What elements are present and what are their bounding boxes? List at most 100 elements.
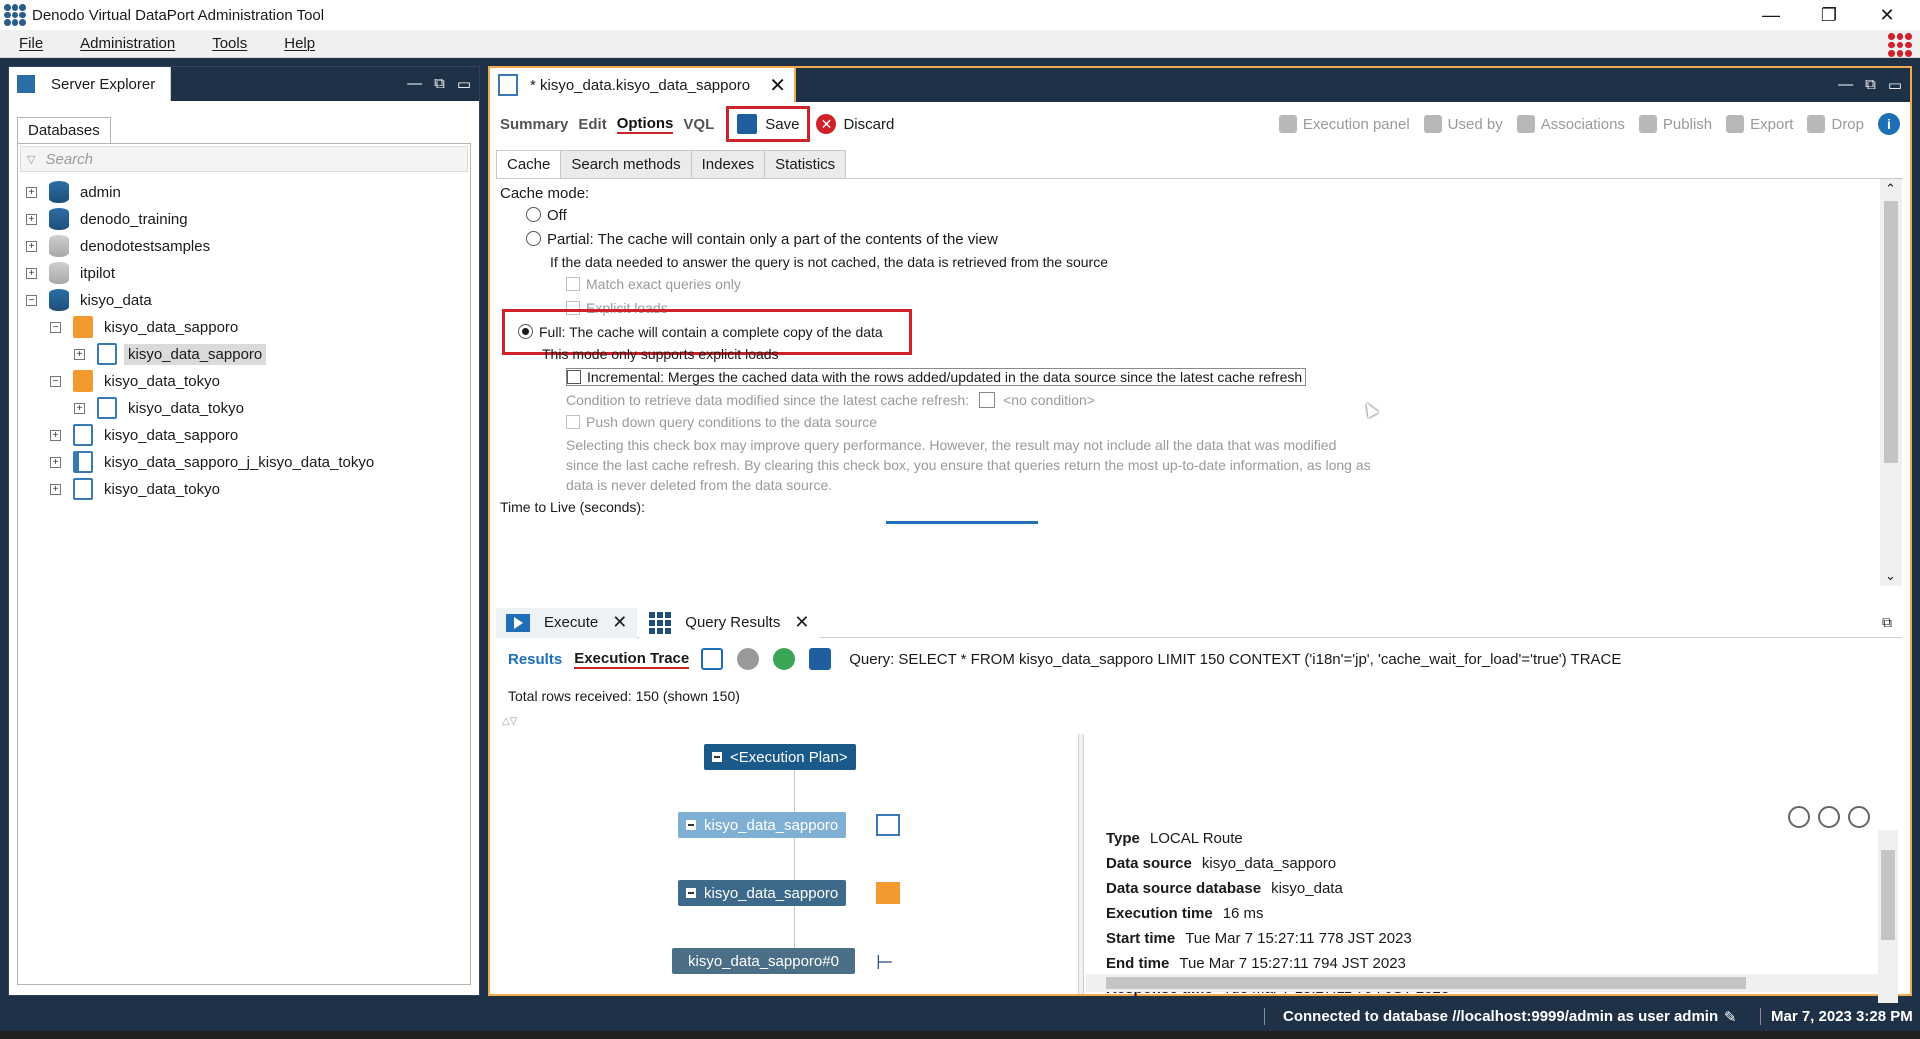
collapse-node-icon[interactable] [686, 888, 696, 898]
query-results-tab[interactable]: Query Results ✕ [639, 607, 820, 638]
zoom-reset-icon[interactable] [1818, 806, 1840, 828]
options-tab[interactable]: Options [616, 115, 674, 134]
details-vscroll-thumb[interactable] [1881, 850, 1895, 940]
tree-item[interactable]: − kisyo_data [26, 288, 152, 312]
cache-full-option[interactable]: Full: The cache will contain a complete … [518, 324, 883, 340]
execute-tab[interactable]: Execute ✕ [496, 607, 638, 638]
close-tab-icon[interactable]: ✕ [769, 73, 786, 98]
execution-trace-tab[interactable]: Execution Trace [574, 650, 690, 669]
minimize-editor-icon[interactable]: — [1838, 76, 1853, 94]
detach-editor-icon[interactable]: ⧉ [1865, 76, 1876, 94]
associations-button[interactable]: Associations [1516, 115, 1625, 133]
collapse-icon[interactable]: − [26, 294, 37, 306]
save-button[interactable]: Save [726, 106, 811, 142]
expand-icon[interactable]: + [50, 429, 61, 441]
stop-icon[interactable] [737, 648, 760, 670]
tree-item[interactable]: + admin [26, 180, 121, 204]
expand-icon[interactable]: + [26, 213, 37, 225]
info-icon[interactable]: i [1878, 113, 1900, 135]
tree-item[interactable]: + kisyo_data_tokyo [50, 477, 220, 501]
collapse-icon[interactable]: − [50, 375, 61, 387]
expand-icon[interactable]: + [26, 186, 37, 198]
maximize-panel-icon[interactable]: ▭ [457, 75, 471, 93]
subtab-cache[interactable]: Cache [496, 150, 562, 179]
cache-off-option[interactable]: Off [526, 207, 567, 224]
tree-item[interactable]: + denodo_training [26, 207, 188, 231]
discard-button[interactable]: ✕ Discard [816, 114, 894, 134]
tree-item[interactable]: − kisyo_data_tokyo [50, 369, 220, 393]
partial-radio[interactable] [526, 231, 541, 246]
tree-item[interactable]: + denodotestsamples [26, 234, 210, 258]
vql-tab[interactable]: VQL [683, 116, 714, 133]
save-results-icon[interactable] [809, 648, 832, 670]
tree-item[interactable]: + itpilot [26, 261, 115, 285]
summary-tab[interactable]: Summary [500, 116, 568, 133]
collapse-icon[interactable]: − [50, 321, 61, 333]
match-exact-option[interactable]: Match exact queries only [566, 276, 741, 292]
refresh-icon[interactable] [773, 648, 796, 670]
used-by-button[interactable]: Used by [1423, 115, 1503, 133]
expand-icon[interactable]: + [26, 267, 37, 279]
full-radio[interactable] [518, 324, 533, 339]
close-window-button[interactable]: ✕ [1858, 0, 1916, 30]
menu-tools[interactable]: Tools [193, 35, 265, 52]
detach-results-icon[interactable]: ⧉ [1882, 614, 1892, 631]
minimize-button[interactable]: — [1742, 0, 1800, 30]
server-explorer-tab[interactable]: Server Explorer [9, 67, 171, 101]
expand-icon[interactable]: + [50, 483, 61, 495]
plan-node-root[interactable]: <Execution Plan> [704, 744, 856, 770]
editor-tab[interactable]: * kisyo_data.kisyo_data_sapporo ✕ [490, 68, 796, 102]
menu-administration[interactable]: Administration [61, 35, 193, 52]
minimize-panel-icon[interactable]: — [407, 75, 422, 93]
menu-file[interactable]: File [0, 35, 61, 52]
zoom-in-icon[interactable] [1788, 806, 1810, 828]
zoom-out-icon[interactable] [1848, 806, 1870, 828]
plan-node-datasource[interactable]: kisyo_data_sapporo [678, 880, 847, 906]
subtab-statistics[interactable]: Statistics [764, 150, 847, 179]
match-exact-checkbox[interactable] [566, 277, 580, 291]
tree-item[interactable]: + kisyo_data_sapporo [50, 423, 238, 447]
trace-splitter[interactable] [1078, 734, 1084, 994]
collapse-arrows-icon[interactable]: △▽ [502, 716, 517, 727]
edit-tab[interactable]: Edit [578, 116, 606, 133]
tree-item[interactable]: − kisyo_data_sapporo [50, 315, 238, 339]
subtab-search-methods[interactable]: Search methods [560, 150, 692, 179]
off-radio[interactable] [526, 207, 541, 222]
cache-scroll-thumb[interactable] [1884, 201, 1898, 463]
tree-item[interactable]: + kisyo_data_sapporo_j_kisyo_data_tokyo [50, 450, 374, 474]
incremental-checkbox[interactable] [567, 370, 581, 384]
expand-icon[interactable]: + [26, 240, 37, 252]
close-query-results-icon[interactable]: ✕ [794, 612, 809, 633]
tree-item[interactable]: + kisyo_data_tokyo [74, 396, 244, 420]
cache-partial-option[interactable]: Partial: The cache will contain only a p… [526, 231, 998, 248]
expand-icon[interactable]: + [74, 402, 85, 414]
plan-node-route[interactable]: kisyo_data_sapporo#0 [672, 948, 855, 974]
copy-icon[interactable] [701, 648, 724, 670]
maximize-editor-icon[interactable]: ▭ [1888, 76, 1902, 94]
subtab-indexes[interactable]: Indexes [690, 150, 766, 179]
cache-scrollbar[interactable]: ⌃ ⌄ [1880, 179, 1902, 586]
details-hscroll[interactable] [1086, 974, 1884, 992]
execution-panel-button[interactable]: Execution panel [1278, 115, 1410, 133]
expand-icon[interactable]: + [50, 456, 61, 468]
detach-panel-icon[interactable]: ⧉ [434, 75, 445, 93]
scroll-up-icon[interactable]: ⌃ [1885, 181, 1896, 197]
results-view-tab[interactable]: Results [508, 651, 562, 668]
tree-search-input[interactable]: ▽ Search [20, 146, 468, 172]
collapse-node-icon[interactable] [712, 752, 722, 762]
export-button[interactable]: Export [1726, 115, 1793, 133]
details-hscroll-thumb[interactable] [1106, 977, 1746, 989]
incremental-option[interactable]: Incremental: Merges the cached data with… [566, 368, 1307, 386]
plan-node-view[interactable]: kisyo_data_sapporo [678, 812, 847, 838]
publish-button[interactable]: Publish [1638, 115, 1712, 133]
details-vscroll[interactable] [1878, 830, 1898, 1028]
drop-button[interactable]: Drop [1807, 115, 1864, 133]
databases-tab[interactable]: Databases [17, 117, 111, 143]
edit-condition-icon[interactable] [979, 392, 996, 408]
collapse-node-icon[interactable] [686, 820, 696, 830]
restore-button[interactable]: ❐ [1800, 0, 1858, 30]
menu-help[interactable]: Help [265, 35, 333, 52]
push-down-option[interactable]: Push down query conditions to the data s… [566, 414, 877, 430]
expand-icon[interactable]: + [74, 348, 85, 360]
close-execute-icon[interactable]: ✕ [612, 612, 627, 633]
